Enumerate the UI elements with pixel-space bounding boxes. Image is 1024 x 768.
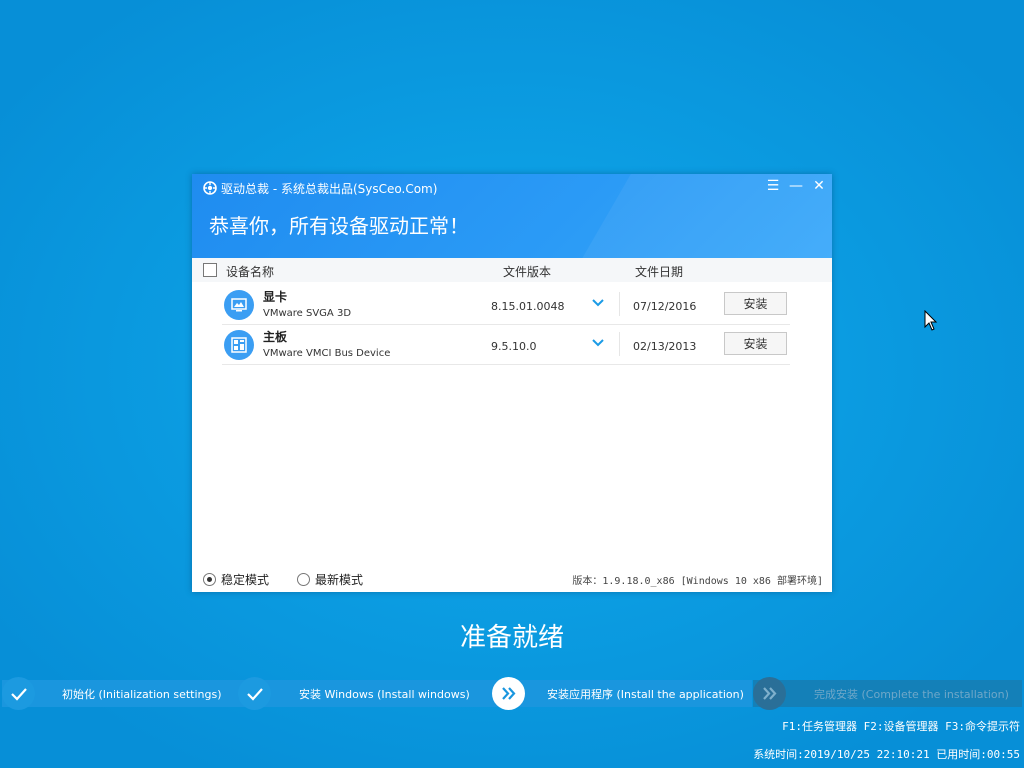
table-row: 显卡 VMware SVGA 3D 8.15.01.0048 07/12/201… xyxy=(222,284,790,325)
stable-mode-radio[interactable] xyxy=(203,573,216,586)
checkmark-icon xyxy=(238,677,271,710)
device-name: VMware VMCI Bus Device xyxy=(263,348,391,359)
step-label: 完成安装 (Complete the installation) xyxy=(814,688,1009,701)
step-initialization: 初始化 (Initialization settings) xyxy=(2,677,240,710)
chevron-down-icon[interactable] xyxy=(591,298,605,308)
display-icon xyxy=(224,290,254,320)
double-chevron-right-icon xyxy=(753,677,786,710)
step-label: 初始化 (Initialization settings) xyxy=(62,688,222,701)
double-chevron-right-icon xyxy=(492,677,525,710)
install-button[interactable]: 安装 xyxy=(724,332,787,355)
driver-version: 9.5.10.0 xyxy=(491,340,537,353)
latest-mode-radio[interactable] xyxy=(297,573,310,586)
hotkey-hints: F1:任务管理器 F2:设备管理器 F3:命令提示符 xyxy=(782,720,1020,733)
checkmark-icon xyxy=(2,677,35,710)
progress-steps: 初始化 (Initialization settings) 安装 Windows… xyxy=(0,677,1024,710)
step-install-application: 安装应用程序 (Install the application) xyxy=(492,677,752,710)
header-file-date: 文件日期 xyxy=(635,265,684,279)
window-title: 驱动总裁 - 系统总裁出品(SysCeo.Com) xyxy=(221,182,438,196)
table-row: 主板 VMware VMCI Bus Device 9.5.10.0 02/13… xyxy=(222,324,790,365)
latest-mode-label[interactable]: 最新模式 xyxy=(315,571,363,588)
minimize-icon[interactable]: — xyxy=(787,177,805,195)
chevron-down-icon[interactable] xyxy=(591,338,605,348)
system-clock: 系统时间:2019/10/25 22:10:21 已用时间:00:55 xyxy=(753,748,1020,761)
status-text: 准备就绪 xyxy=(459,623,564,653)
status-headline: 恭喜你，所有设备驱动正常！ xyxy=(209,214,469,238)
step-label: 安装应用程序 (Install the application) xyxy=(547,688,744,701)
driver-version: 8.15.01.0048 xyxy=(491,300,565,313)
window-header: 驱动总裁 - 系统总裁出品(SysCeo.Com) ☰ — ✕ 恭喜你，所有设备… xyxy=(192,174,832,258)
device-category: 主板 xyxy=(263,330,288,344)
select-all-checkbox[interactable] xyxy=(203,263,217,277)
header-file-version: 文件版本 xyxy=(503,265,552,279)
mouse-cursor-icon xyxy=(924,310,938,331)
driver-window: 驱动总裁 - 系统总裁出品(SysCeo.Com) ☰ — ✕ 恭喜你，所有设备… xyxy=(192,174,832,592)
menu-icon[interactable]: ☰ xyxy=(764,177,782,195)
step-label: 安装 Windows (Install windows) xyxy=(299,688,470,701)
step-complete-installation: 完成安装 (Complete the installation) xyxy=(753,677,1022,710)
device-name: VMware SVGA 3D xyxy=(263,308,352,319)
app-logo-icon xyxy=(203,181,217,195)
header-device-name: 设备名称 xyxy=(226,265,275,279)
version-info: 版本：1.9.18.0_x86 [Windows 10 x86 部署环境] xyxy=(572,576,823,587)
stable-mode-label[interactable]: 稳定模式 xyxy=(221,571,269,588)
step-install-windows: 安装 Windows (Install windows) xyxy=(238,677,494,710)
column-header: 设备名称 文件版本 文件日期 xyxy=(192,258,832,282)
driver-date: 07/12/2016 xyxy=(633,300,697,313)
install-button[interactable]: 安装 xyxy=(724,292,787,315)
close-icon[interactable]: ✕ xyxy=(810,177,828,195)
motherboard-icon xyxy=(224,330,254,360)
driver-date: 02/13/2013 xyxy=(633,340,697,353)
device-category: 显卡 xyxy=(263,290,288,304)
